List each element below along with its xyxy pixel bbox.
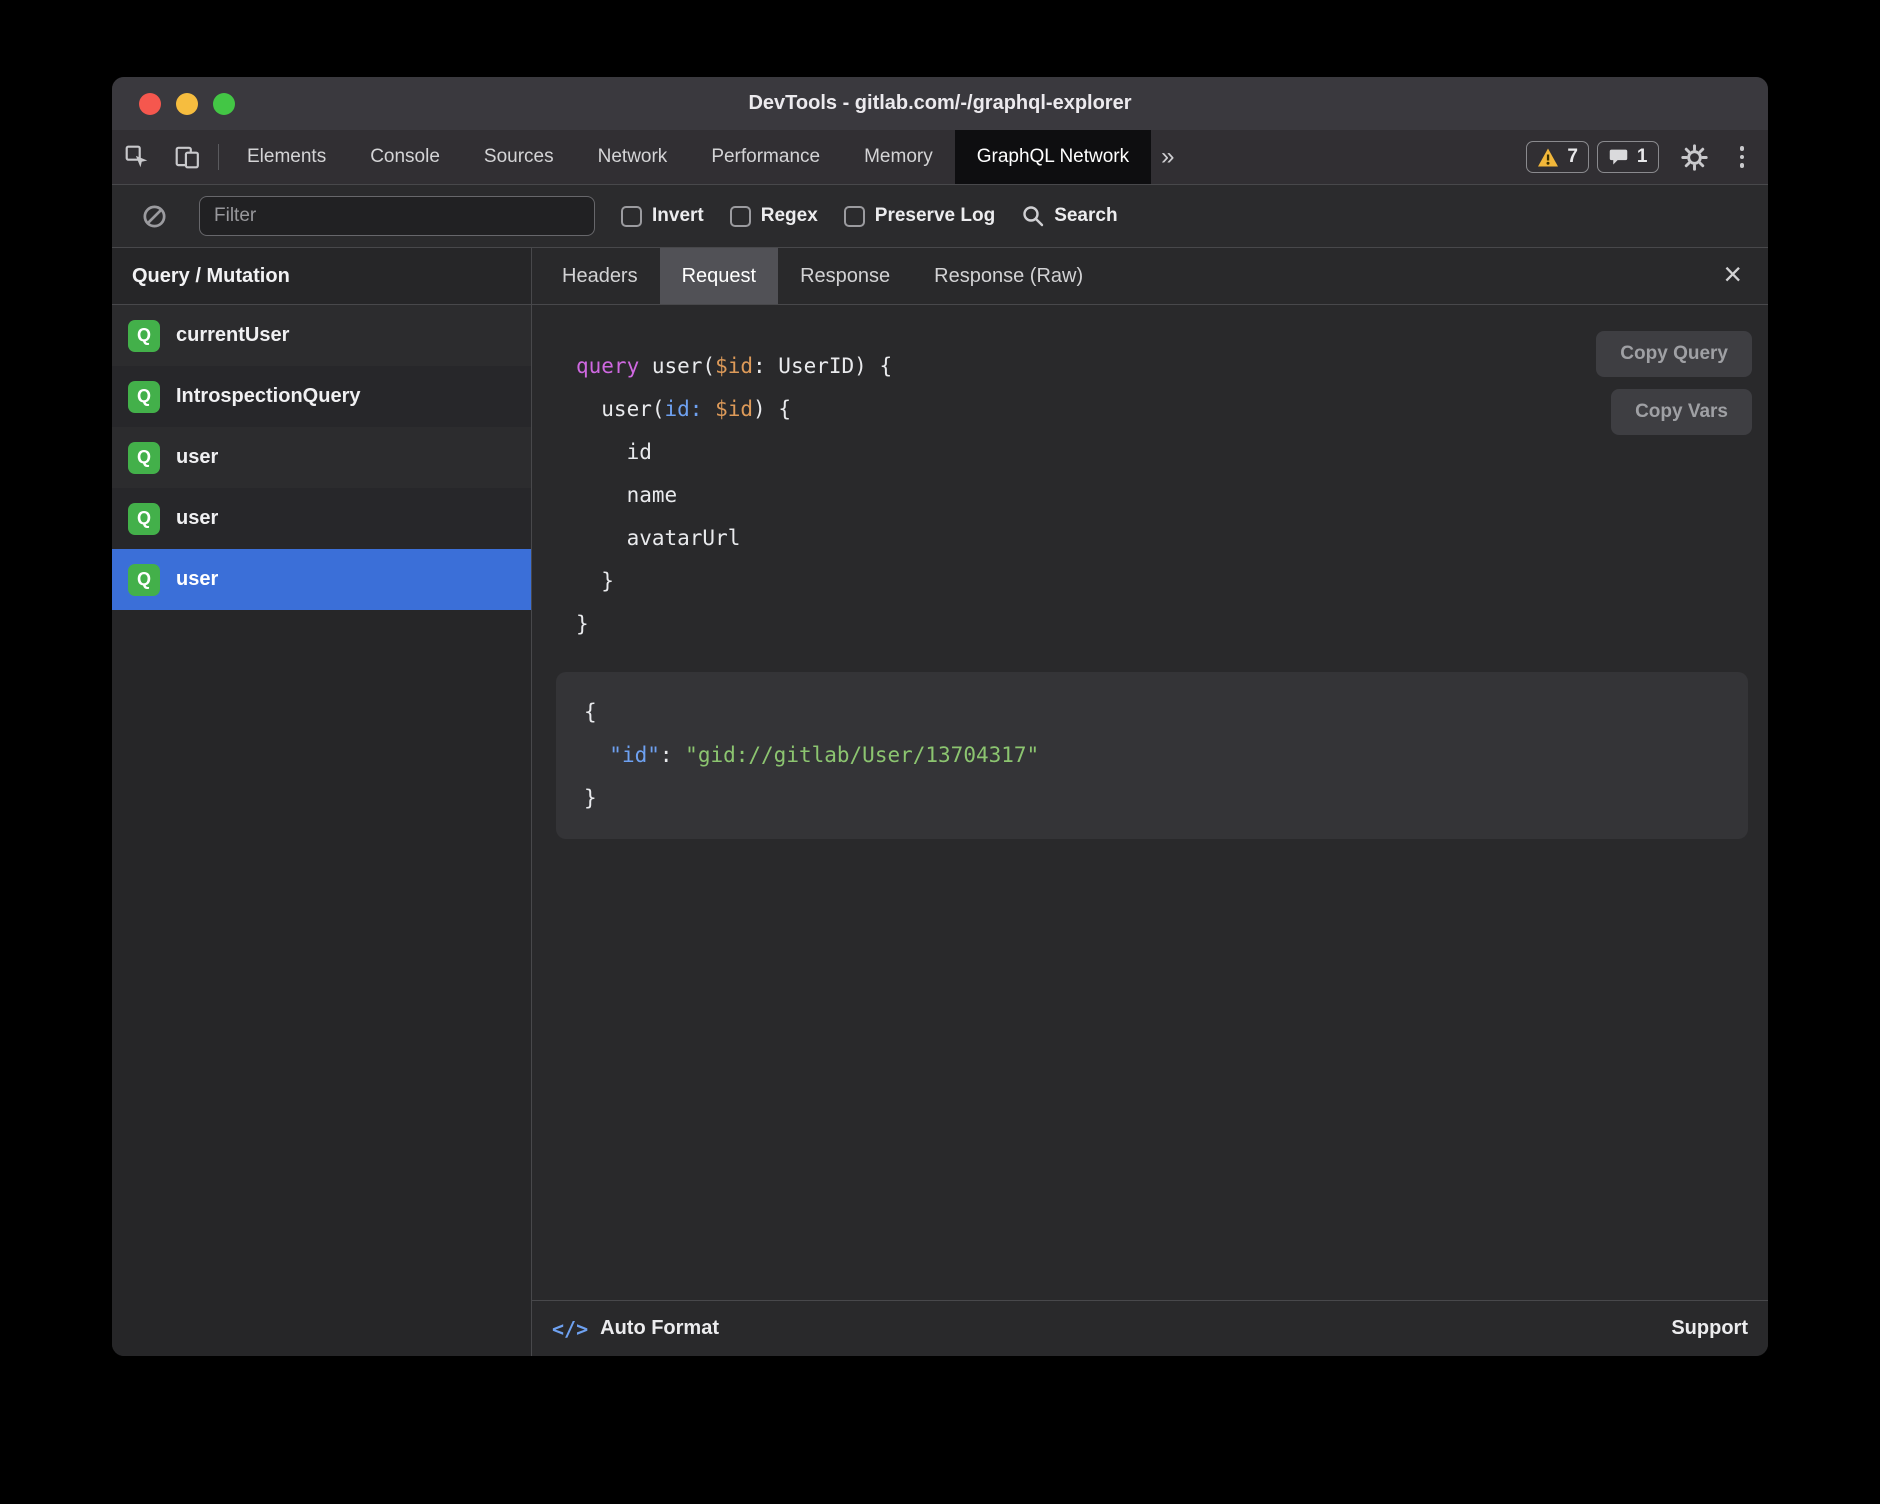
search-icon xyxy=(1021,204,1045,228)
preserve-log-checkbox[interactable]: Preserve Log xyxy=(844,205,995,227)
warnings-badge[interactable]: 7 xyxy=(1526,141,1589,173)
query-type-badge: Q xyxy=(128,381,160,413)
filter-toolbar: Invert Regex Preserve Log Search xyxy=(112,185,1768,248)
close-window-button[interactable] xyxy=(139,93,161,115)
warning-count: 7 xyxy=(1567,146,1578,168)
warning-icon xyxy=(1537,147,1559,168)
minimize-window-button[interactable] xyxy=(176,93,198,115)
query-list-item-label: IntrospectionQuery xyxy=(176,385,360,408)
query-type-badge: Q xyxy=(128,564,160,596)
tab-network[interactable]: Network xyxy=(576,130,690,184)
auto-format-toggle[interactable]: Auto Format xyxy=(600,1317,719,1340)
request-body: Copy Query Copy Vars query user($id: Use… xyxy=(532,305,1768,1300)
issues-badge[interactable]: 1 xyxy=(1597,141,1659,173)
detail-panel: Headers Request Response Response (Raw) … xyxy=(532,248,1768,1356)
tab-console[interactable]: Console xyxy=(348,130,462,184)
tab-graphql-network[interactable]: GraphQL Network xyxy=(955,130,1151,184)
query-list-item-user-3-selected[interactable]: Q user xyxy=(112,549,531,610)
tab-elements[interactable]: Elements xyxy=(225,130,348,184)
invert-label: Invert xyxy=(652,205,704,227)
search-toggle[interactable]: Search xyxy=(1021,204,1117,228)
regex-label: Regex xyxy=(761,205,818,227)
support-link[interactable]: Support xyxy=(1671,1317,1748,1340)
copy-vars-button[interactable]: Copy Vars xyxy=(1611,389,1752,435)
copy-query-button[interactable]: Copy Query xyxy=(1596,331,1752,377)
tabbar-right-controls: 7 1 xyxy=(1526,130,1768,184)
preserve-log-checkbox-box[interactable] xyxy=(844,206,865,227)
tab-performance[interactable]: Performance xyxy=(689,130,842,184)
regex-checkbox-box[interactable] xyxy=(730,206,751,227)
tab-response-raw[interactable]: Response (Raw) xyxy=(912,248,1105,304)
query-list-item-label: user xyxy=(176,446,218,469)
query-list-item-introspectionQuery[interactable]: Q IntrospectionQuery xyxy=(112,366,531,427)
detail-footer: </> Auto Format Support xyxy=(532,1300,1768,1356)
filter-input[interactable] xyxy=(199,196,595,236)
query-list: Q currentUser Q IntrospectionQuery Q use… xyxy=(112,305,531,610)
tab-headers[interactable]: Headers xyxy=(540,248,660,304)
settings-gear-icon[interactable] xyxy=(1669,144,1720,171)
device-toolbar-icon[interactable] xyxy=(162,130,212,184)
regex-checkbox[interactable]: Regex xyxy=(730,205,818,227)
tab-sources[interactable]: Sources xyxy=(462,130,576,184)
message-count: 1 xyxy=(1637,146,1648,168)
query-list-item-user-1[interactable]: Q user xyxy=(112,427,531,488)
kebab-menu-icon[interactable] xyxy=(1730,146,1755,168)
more-tabs-chevron-icon[interactable]: » xyxy=(1151,130,1184,184)
preserve-log-label: Preserve Log xyxy=(875,205,995,227)
clear-log-icon[interactable] xyxy=(130,204,179,229)
search-label: Search xyxy=(1054,205,1117,227)
zoom-window-button[interactable] xyxy=(213,93,235,115)
query-list-item-label: user xyxy=(176,507,218,530)
query-type-badge: Q xyxy=(128,442,160,474)
message-icon xyxy=(1608,147,1629,168)
detail-tabbar: Headers Request Response Response (Raw) … xyxy=(532,248,1768,305)
traffic-lights xyxy=(112,93,235,115)
query-variables-box: { "id": "gid://gitlab/User/13704317"} xyxy=(556,672,1748,839)
tab-memory[interactable]: Memory xyxy=(842,130,955,184)
query-list-item-currentUser[interactable]: Q currentUser xyxy=(112,305,531,366)
query-list-panel: Query / Mutation Q currentUser Q Introsp… xyxy=(112,248,532,1356)
invert-checkbox-box[interactable] xyxy=(621,206,642,227)
main-split: Query / Mutation Q currentUser Q Introsp… xyxy=(112,248,1768,1356)
query-list-item-label: currentUser xyxy=(176,324,289,347)
tab-request[interactable]: Request xyxy=(660,248,779,304)
titlebar: DevTools - gitlab.com/-/graphql-explorer xyxy=(112,77,1768,130)
invert-checkbox[interactable]: Invert xyxy=(621,205,704,227)
query-list-item-label: user xyxy=(176,568,218,591)
devtools-tabbar: Elements Console Sources Network Perform… xyxy=(112,130,1768,185)
devtools-window: DevTools - gitlab.com/-/graphql-explorer… xyxy=(112,77,1768,1356)
query-type-badge: Q xyxy=(128,320,160,352)
query-list-header: Query / Mutation xyxy=(112,248,531,305)
graphql-query-code: query user($id: UserID) { user(id: $id) … xyxy=(576,345,1748,646)
query-list-item-user-2[interactable]: Q user xyxy=(112,488,531,549)
tab-response[interactable]: Response xyxy=(778,248,912,304)
code-format-icon: </> xyxy=(552,1317,588,1341)
copy-buttons: Copy Query Copy Vars xyxy=(1596,331,1752,435)
inspect-element-icon[interactable] xyxy=(112,130,162,184)
window-title: DevTools - gitlab.com/-/graphql-explorer xyxy=(112,92,1768,115)
toolbar-divider xyxy=(218,144,219,170)
query-type-badge: Q xyxy=(128,503,160,535)
close-detail-icon[interactable]: × xyxy=(1705,258,1760,294)
